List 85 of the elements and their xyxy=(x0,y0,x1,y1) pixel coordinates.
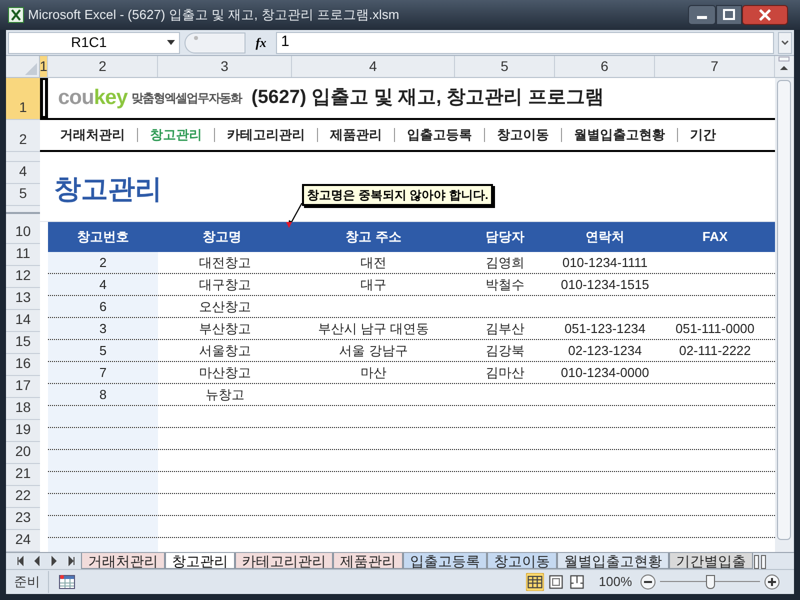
table-cell-text: 대구창고 xyxy=(198,276,252,294)
table-cell-text: 마산창고 xyxy=(198,364,252,382)
table-cell-text: 김마산 xyxy=(484,364,526,382)
table-cell-text: 부산창고 xyxy=(198,320,252,338)
nav-link[interactable]: 기간 xyxy=(690,125,716,145)
status-text: 준비 xyxy=(6,571,49,593)
nav-link[interactable]: 월별입출고현황 xyxy=(574,125,665,145)
comment-note: 창고명은 중복되지 않아야 합니다. xyxy=(302,184,494,206)
sheet-tab[interactable]: 카테고리관리 xyxy=(235,553,333,569)
page-layout-icon[interactable] xyxy=(546,573,565,591)
comment-indicator-icon xyxy=(286,222,292,228)
formula-field[interactable]: 1 xyxy=(276,32,774,54)
table-cell-text: 박철수 xyxy=(484,276,526,294)
split-handle-icon[interactable] xyxy=(754,555,766,569)
page-break-icon[interactable] xyxy=(568,573,586,591)
slider-thumb[interactable] xyxy=(706,575,714,589)
zoom-out-icon[interactable] xyxy=(640,574,656,590)
excel-icon xyxy=(8,7,24,23)
table-cell-text: 김영희 xyxy=(484,254,526,272)
resize-handle-icon[interactable] xyxy=(184,32,246,54)
program-title: (5627) 입출고 및 재고, 창고관리 프로그램 xyxy=(251,86,604,110)
table-cell-text: 부산시 남구 대연동 xyxy=(316,320,430,338)
row-header[interactable]: 1 xyxy=(6,78,40,120)
sheet-tab[interactable]: 거래처관리 xyxy=(81,553,165,569)
table-cell-text: 010-1234-1515 xyxy=(560,276,650,294)
column-heading: 담당자 xyxy=(484,228,526,246)
macro-record-icon[interactable] xyxy=(59,575,75,589)
zoom-slider[interactable] xyxy=(660,575,760,589)
sheet-tab[interactable]: 창고이동 xyxy=(487,553,557,569)
nav-link[interactable]: 카테고리관리 xyxy=(227,125,305,145)
table-cell-text: 김강북 xyxy=(484,342,526,360)
zoom-in-icon[interactable] xyxy=(764,574,780,590)
close-icon[interactable] xyxy=(742,5,788,25)
nav-link[interactable]: 창고관리 xyxy=(150,125,202,145)
column-heading: 창고번호 xyxy=(76,228,130,246)
sheet-tab[interactable]: 월별입출고현황 xyxy=(557,553,669,569)
table-cell-text: 김부산 xyxy=(484,320,526,338)
maximize-icon[interactable] xyxy=(716,5,742,25)
column-header[interactable]: 1 xyxy=(40,56,48,77)
minimize-icon[interactable] xyxy=(688,5,716,25)
zoom-level: 100% xyxy=(598,573,632,592)
table-cell: 3 xyxy=(48,318,158,339)
selected-cell[interactable] xyxy=(40,78,48,119)
table-cell: 2 xyxy=(48,252,158,273)
table-cell-text: 02-111-2222 xyxy=(678,342,752,360)
table-cell-text: 02-123-1234 xyxy=(567,342,643,360)
table-cell: 8 xyxy=(48,384,158,405)
column-heading: 연락처 xyxy=(584,228,626,246)
sheet-tab[interactable]: 기간별입출 xyxy=(669,553,753,569)
brand-logo: coukey xyxy=(58,85,128,112)
sheet-tab[interactable]: 입출고등록 xyxy=(403,553,487,569)
table-cell-text: 서울창고 xyxy=(198,342,252,360)
table-cell-text: 뉴창고 xyxy=(204,386,246,404)
normal-view-icon[interactable] xyxy=(526,573,544,591)
table-cell-text: 서울 강남구 xyxy=(338,342,409,360)
table-cell-text: 010-1234-0000 xyxy=(560,364,650,382)
nav-link[interactable]: 제품관리 xyxy=(330,125,382,145)
column-heading: 창고명 xyxy=(202,228,242,246)
nav-link[interactable]: 거래처관리 xyxy=(60,125,125,145)
table-cell: 6 xyxy=(48,296,158,317)
table-cell-text: 대전창고 xyxy=(198,254,252,272)
column-heading: 창고 주소 xyxy=(344,228,402,246)
table-cell: 7 xyxy=(48,362,158,383)
table-cell-text: 대전 xyxy=(360,254,388,272)
nav-link[interactable]: 창고이동 xyxy=(497,125,549,145)
table-cell: 5 xyxy=(48,340,158,361)
dropdown-caret-icon[interactable] xyxy=(167,40,175,45)
table-cell-text: 대구 xyxy=(360,276,388,294)
nav-link[interactable]: 입출고등록 xyxy=(407,125,472,145)
scroll-thumb[interactable] xyxy=(777,80,791,540)
page-title: 창고관리 xyxy=(54,173,162,206)
table-cell-text: 010-1234-1111 xyxy=(561,254,649,272)
name-box[interactable]: R1C1 xyxy=(8,32,180,54)
sheet-tab[interactable]: 창고관리 xyxy=(165,553,235,569)
table-cell-text: 마산 xyxy=(360,364,388,382)
sheet-tab[interactable]: 제품관리 xyxy=(333,553,403,569)
table-cell-text: 051-123-1234 xyxy=(564,320,646,338)
table-cell-text: 051-111-0000 xyxy=(674,320,756,338)
function-label[interactable]: fx xyxy=(250,32,272,52)
table-cell-text: 오산창고 xyxy=(198,298,252,316)
column-heading: FAX xyxy=(701,228,729,246)
brand-tagline: 맞춤형엑셀업무자동화 xyxy=(131,90,242,107)
window-title: Microsoft Excel - (5627) 입출고 및 재고, 창고관리 프로그램.xlsm xyxy=(28,6,400,24)
expand-caret-icon[interactable] xyxy=(778,32,792,54)
table-cell: 4 xyxy=(48,274,158,295)
